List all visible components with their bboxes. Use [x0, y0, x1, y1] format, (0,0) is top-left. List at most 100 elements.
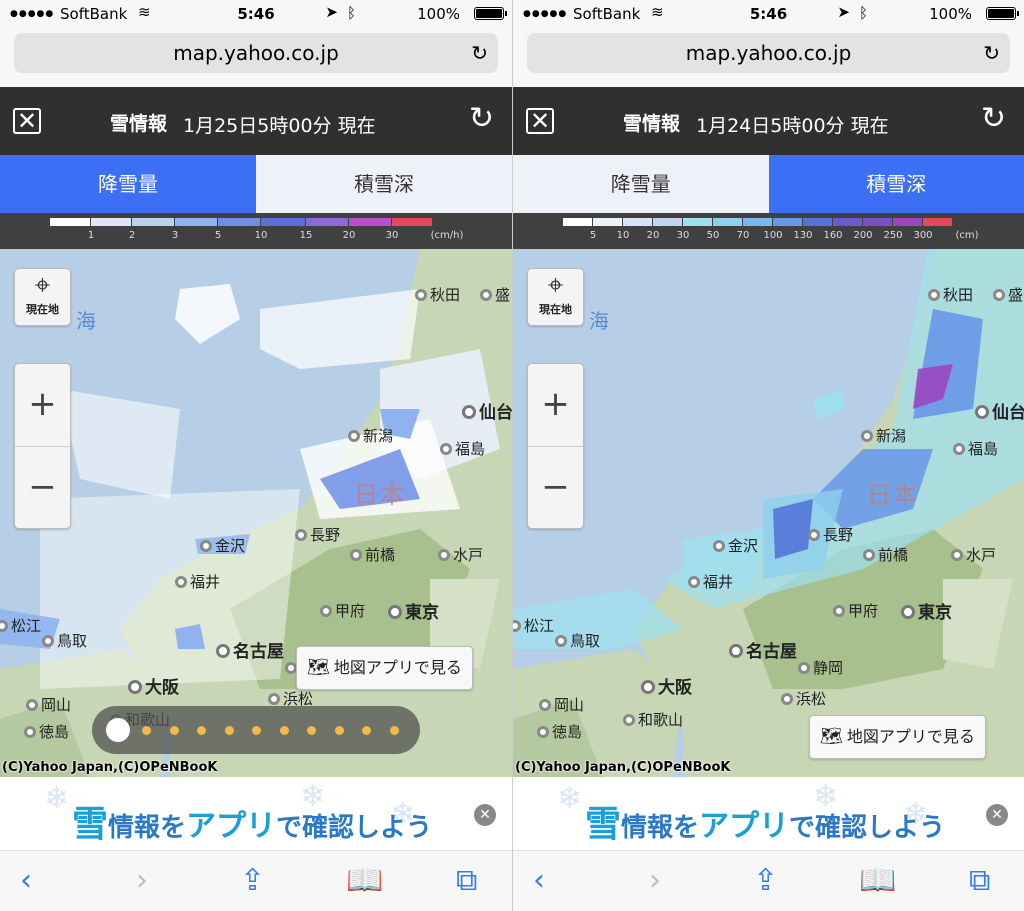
city-marker-icon: [128, 680, 142, 694]
city-marker-icon: [641, 680, 655, 694]
map[interactable]: ⌖ 現在地 海 日本 + − 秋田盛仙台 新潟 福島 長野 金沢 前橋 水戸 福井 甲府 東京 松江…: [0, 249, 512, 777]
legend-label: 30: [676, 230, 690, 241]
current-location-button[interactable]: ⌖ 現在地: [14, 268, 71, 326]
zoom-in-button[interactable]: +: [15, 364, 70, 447]
city-marker-icon: [200, 540, 212, 552]
legend-label: 10: [254, 230, 268, 241]
timeline-step[interactable]: [224, 726, 234, 735]
app-promo-banner[interactable]: ❄ ❄ ❄ 雪情報をアプリで確認しよう ✕: [0, 777, 512, 850]
city-label: 仙台: [975, 398, 1024, 423]
city-label: 盛: [480, 284, 510, 305]
tab-snow-depth[interactable]: 積雪深: [256, 155, 512, 213]
bluetooth-icon: ᛒ: [858, 4, 868, 22]
map-icon: 🗺: [820, 726, 843, 747]
close-icon[interactable]: ✕: [13, 108, 41, 134]
timeline-step[interactable]: [142, 726, 151, 735]
reload-icon[interactable]: ↻: [471, 33, 488, 73]
address-bar[interactable]: map.yahoo.co.jp ↻: [527, 33, 1010, 73]
back-icon[interactable]: ‹: [533, 863, 545, 898]
share-icon[interactable]: ⇪: [753, 863, 778, 898]
timeline-step[interactable]: [279, 726, 289, 735]
tab-snowfall[interactable]: 降雪量: [513, 155, 769, 213]
legend-label: 20: [342, 230, 356, 241]
tab-bar: 降雪量 積雪深: [513, 155, 1024, 213]
city-label: 秋田: [928, 284, 973, 305]
city-marker-icon: [415, 289, 427, 301]
bookmarks-icon[interactable]: 📖: [346, 863, 383, 898]
city-marker-icon: [216, 644, 230, 658]
legend-swatch: [653, 218, 682, 226]
legend-labels: 1 2 3 5 10 15 20 30 (cm/h): [50, 230, 512, 244]
city-marker-icon: [555, 635, 567, 647]
city-marker-icon: [863, 549, 875, 561]
current-location-label: 現在地: [26, 303, 59, 316]
timeline-knob[interactable]: [106, 718, 130, 742]
country-label: 日本: [867, 481, 919, 509]
timeline-step[interactable]: [307, 726, 316, 735]
legend-label: 200: [853, 230, 873, 241]
refresh-icon[interactable]: ↻: [469, 101, 494, 136]
city-marker-icon: [993, 289, 1005, 301]
close-banner-icon[interactable]: ✕: [474, 804, 496, 826]
timeline-slider[interactable]: [92, 706, 420, 754]
status-bar: ●●●●● SoftBank ≋ 5:46 ➤ ᛒ 100%: [0, 0, 512, 28]
tabs-icon[interactable]: ⧉: [969, 863, 990, 898]
app-promo-banner[interactable]: ❄ ❄ ❄ 雪情報をアプリで確認しよう ✕: [513, 777, 1024, 850]
timeline-step[interactable]: [389, 726, 399, 735]
legend-label: 30: [385, 230, 399, 241]
timeline-step[interactable]: [252, 726, 261, 735]
timeline-step[interactable]: [197, 726, 206, 735]
map[interactable]: ⌖ 現在地 海 日本 + − 秋田盛仙台 新潟 福島 長野 金沢 前橋 水戸 福井 甲府 東京 松江…: [513, 249, 1024, 777]
close-icon[interactable]: ✕: [526, 108, 554, 134]
forward-icon[interactable]: ›: [649, 863, 661, 898]
timestamp: 1月25日5時00分 現在: [183, 115, 376, 137]
battery-percent: 100%: [417, 5, 460, 23]
tab-snow-depth[interactable]: 積雪深: [768, 155, 1024, 213]
legend-swatch: [349, 218, 391, 226]
legend-label: 20: [646, 230, 660, 241]
zoom-out-button[interactable]: −: [528, 447, 583, 530]
tabs-icon[interactable]: ⧉: [456, 863, 477, 898]
legend-swatch: [392, 218, 432, 226]
address-bar[interactable]: map.yahoo.co.jp ↻: [14, 33, 498, 73]
bookmarks-icon[interactable]: 📖: [859, 863, 896, 898]
snowflake-icon: ❄: [44, 781, 70, 816]
legend-swatch: [893, 218, 922, 226]
timeline-step[interactable]: [362, 726, 371, 735]
city-marker-icon: [438, 549, 450, 561]
snowfall-panel: ●●●●● SoftBank ≋ 5:46 ➤ ᛒ 100% map.yahoo…: [0, 0, 512, 911]
city-marker-icon: [688, 576, 700, 588]
back-icon[interactable]: ‹: [20, 863, 32, 898]
snowdepth-panel: ●●●●● SoftBank ≋ 5:46 ➤ ᛒ 100% map.yahoo…: [512, 0, 1024, 911]
share-icon[interactable]: ⇪: [240, 863, 265, 898]
open-in-map-app-button[interactable]: 🗺 地図アプリで見る: [296, 646, 473, 690]
city-marker-icon: [808, 529, 820, 541]
zoom-in-button[interactable]: +: [528, 364, 583, 447]
city-marker-icon: [729, 644, 743, 658]
current-location-button[interactable]: ⌖ 現在地: [527, 268, 584, 326]
url-text: map.yahoo.co.jp: [173, 41, 339, 65]
reload-icon[interactable]: ↻: [983, 33, 1000, 73]
open-in-map-app-button[interactable]: 🗺 地図アプリで見る: [809, 715, 986, 759]
timeline-step[interactable]: [334, 726, 344, 735]
city-label: 岡山: [539, 694, 584, 715]
city-marker-icon: [951, 549, 963, 561]
city-label: 福島: [440, 438, 485, 459]
close-banner-icon[interactable]: ✕: [986, 804, 1008, 826]
zoom-out-button[interactable]: −: [15, 447, 70, 530]
refresh-icon[interactable]: ↻: [981, 101, 1006, 136]
city-label: 東京: [901, 598, 952, 623]
legend-label: 130: [793, 230, 813, 241]
city-marker-icon: [513, 620, 521, 632]
timeline-step[interactable]: [169, 726, 179, 735]
legend-swatch: [773, 218, 802, 226]
page-header: ✕ 雪情報 1月25日5時00分 現在 ↻: [0, 87, 512, 155]
legend-swatch: [923, 218, 952, 226]
legend-swatch: [713, 218, 742, 226]
tab-snowfall[interactable]: 降雪量: [0, 155, 256, 213]
legend-label: (cm): [955, 230, 979, 241]
city-marker-icon: [24, 726, 36, 738]
legend-swatch: [743, 218, 772, 226]
tab-bar: 降雪量 積雪深: [0, 155, 512, 213]
forward-icon[interactable]: ›: [136, 863, 148, 898]
